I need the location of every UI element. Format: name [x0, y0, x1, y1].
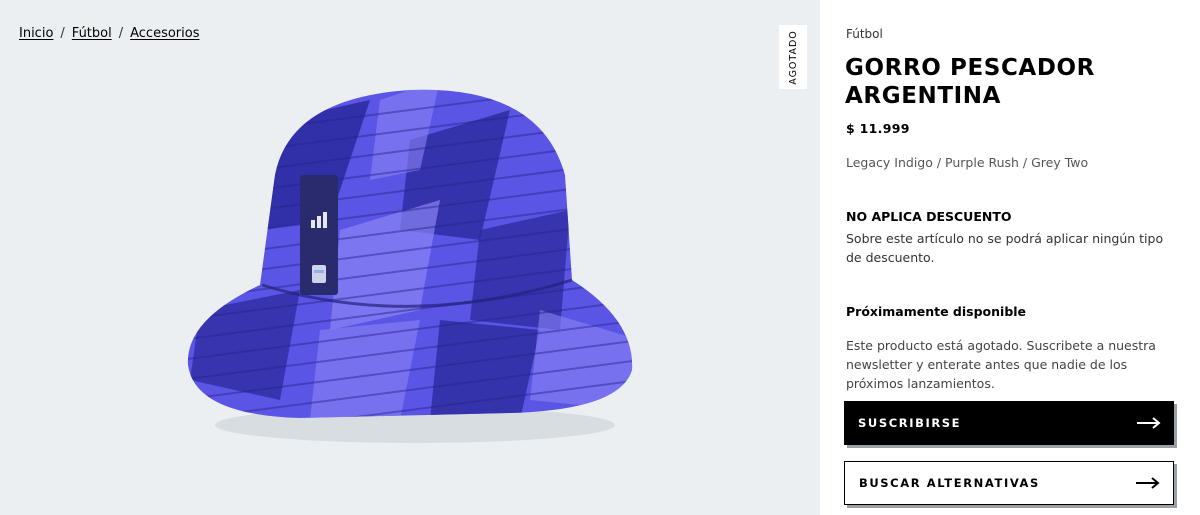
- sold-out-badge: AGOTADO: [779, 25, 807, 89]
- find-alternatives-button[interactable]: BUSCAR ALTERNATIVAS: [844, 461, 1174, 505]
- product-info-panel: Fútbol GORRO PESCADOR ARGENTINA $ 11.999…: [820, 0, 1200, 515]
- breadcrumb-item-accesorios[interactable]: Accesorios: [130, 26, 199, 41]
- product-price: $ 11.999: [846, 121, 910, 136]
- availability-title: Próximamente disponible: [846, 304, 1027, 319]
- breadcrumb-separator: /: [118, 26, 124, 41]
- breadcrumb-item-inicio[interactable]: Inicio: [19, 26, 53, 41]
- discount-text: Sobre este artículo no se podrá aplicar …: [846, 231, 1164, 265]
- product-category: Fútbol: [846, 27, 883, 41]
- subscribe-button[interactable]: SUSCRIBIRSE: [844, 401, 1174, 445]
- breadcrumb-item-futbol[interactable]: Fútbol: [72, 26, 112, 41]
- subscribe-button-label: SUSCRIBIRSE: [858, 416, 962, 430]
- sold-out-badge-label: AGOTADO: [787, 29, 799, 85]
- breadcrumb: Inicio / Fútbol / Accesorios: [19, 26, 199, 41]
- arrow-right-icon: [1136, 477, 1160, 489]
- product-image[interactable]: [180, 80, 640, 470]
- product-color: Legacy Indigo / Purple Rush / Grey Two: [846, 155, 1089, 170]
- product-gallery: Inicio / Fútbol / Accesorios AGOTADO: [0, 0, 820, 515]
- afa-crest-icon: [312, 265, 326, 283]
- breadcrumb-separator: /: [60, 26, 65, 41]
- availability-text: Este producto está agotado. Suscribete a…: [846, 338, 1156, 391]
- product-title: GORRO PESCADOR ARGENTINA: [845, 55, 1095, 109]
- find-alternatives-button-label: BUSCAR ALTERNATIVAS: [859, 476, 1040, 490]
- arrow-right-icon: [1137, 417, 1161, 429]
- discount-title: NO APLICA DESCUENTO: [846, 209, 1012, 224]
